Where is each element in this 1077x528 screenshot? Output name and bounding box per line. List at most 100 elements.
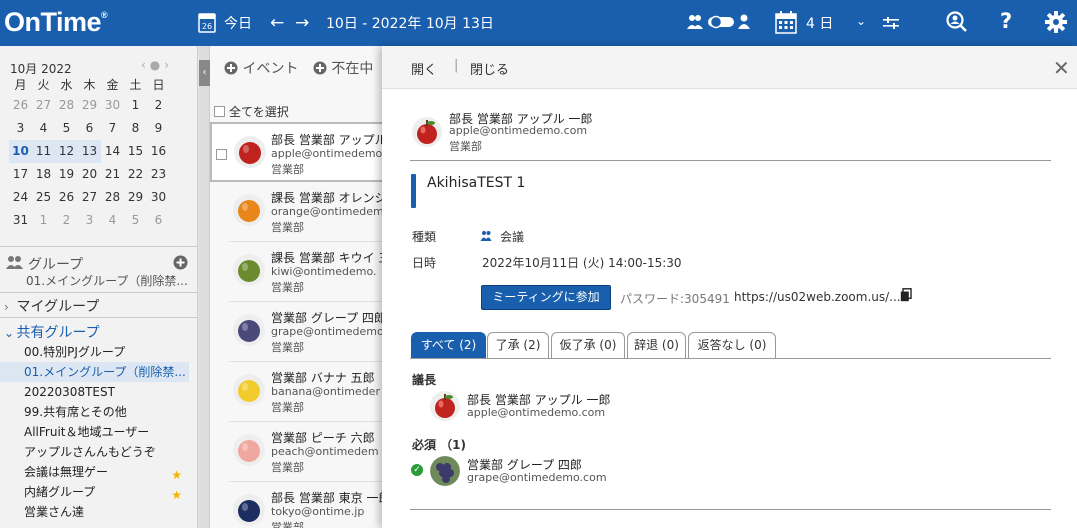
calendar-day[interactable]: 8 [124, 117, 147, 140]
search-person-icon[interactable] [946, 11, 968, 36]
group-item[interactable]: アップルさんんもどうぞ [24, 442, 190, 462]
calendar-day[interactable]: 29 [124, 186, 147, 209]
person-view-icon[interactable] [737, 14, 751, 33]
tab-tentative[interactable]: 仮了承 (0) [551, 332, 625, 358]
tab-declined[interactable]: 辞退 (0) [627, 332, 686, 358]
user-card[interactable]: 課長 営業部 キウイ 三 kiwi@ontimedemo. 営業部 [229, 242, 389, 302]
calendar-day[interactable]: 13 [78, 140, 101, 163]
calendar-day[interactable]: 24 [9, 186, 32, 209]
group-item[interactable]: 01.メイングループ（削除禁... [0, 362, 189, 382]
today-button[interactable]: 今日 [224, 13, 252, 33]
calendar-day[interactable]: 20 [78, 163, 101, 186]
divider [0, 317, 197, 318]
sliders-icon[interactable] [883, 17, 899, 32]
calendar-day[interactable]: 28 [101, 186, 124, 209]
calendar-day[interactable]: 6 [147, 209, 170, 232]
days-count[interactable]: 4 日 [806, 13, 833, 33]
add-group-icon[interactable] [173, 255, 188, 270]
open-button[interactable]: 開く [411, 59, 437, 78]
calendar-grid-icon[interactable] [775, 10, 797, 37]
user-card[interactable]: 営業部 バナナ 五郎 banana@ontimeder 営業部 [229, 362, 389, 422]
calendar-day[interactable]: 16 [147, 140, 170, 163]
zoom-link[interactable]: https://us02web.zoom.us/... [734, 290, 901, 304]
calendar-day[interactable]: 19 [55, 163, 78, 186]
help-icon[interactable]: ? [1000, 9, 1012, 33]
calendar-day[interactable]: 5 [124, 209, 147, 232]
calendar-day[interactable]: 28 [55, 94, 78, 117]
calendar-day[interactable]: 27 [78, 186, 101, 209]
tab-all[interactable]: すべて (2) [411, 332, 486, 358]
calendar-day[interactable]: 3 [9, 117, 32, 140]
calendar-day[interactable]: 30 [147, 186, 170, 209]
calendar-day[interactable]: 1 [124, 94, 147, 117]
calendar-day[interactable]: 4 [101, 209, 124, 232]
calendar-day[interactable]: 6 [78, 117, 101, 140]
calendar-day[interactable]: 26 [55, 186, 78, 209]
copy-icon[interactable] [900, 288, 912, 302]
group-item[interactable]: 00.特別PJグループ [24, 342, 190, 362]
close-icon[interactable]: ✕ [1053, 56, 1070, 80]
calendar-day[interactable]: 26 [9, 94, 32, 117]
calendar-day[interactable]: 29 [78, 94, 101, 117]
select-all[interactable]: 全てを選択 [214, 103, 289, 120]
group-item[interactable]: 営業さん達 [24, 502, 190, 522]
calendar-day[interactable]: 7 [101, 117, 124, 140]
calendar-day[interactable]: 9 [147, 117, 170, 140]
view-toggle-switch[interactable] [708, 15, 736, 32]
calendar-day[interactable]: 31 [9, 209, 32, 232]
calendar-day[interactable]: 30 [101, 94, 124, 117]
group-item[interactable]: 99.共有席とその他 [24, 402, 190, 422]
user-card[interactable]: 部長 営業部 アップル apple@ontimedemo 営業部 [210, 122, 390, 182]
calendar-day[interactable]: 1 [32, 209, 55, 232]
add-absence-button[interactable]: 不在中 [313, 61, 373, 77]
arrow-left-icon[interactable]: ← [270, 13, 284, 33]
user-card[interactable]: 部長 営業部 東京 一郎 tokyo@ontime.jp 営業部 [229, 482, 389, 528]
favorite-star-icon[interactable]: ★ [171, 465, 182, 482]
user-card[interactable]: 課長 営業部 オレンジ orange@ontimedem 営業部 [229, 182, 389, 242]
calendar-day[interactable]: 10 [9, 140, 32, 163]
chevron-down-icon[interactable]: ⌄ [856, 14, 866, 28]
calendar-day[interactable]: 11 [32, 140, 55, 163]
favorite-star-icon[interactable]: ★ [171, 485, 182, 502]
sidebar-collapse-tab[interactable]: ‹ [199, 46, 210, 528]
group-view-icon[interactable] [686, 14, 704, 33]
select-all-checkbox[interactable] [214, 106, 225, 117]
calendar-day[interactable]: 4 [32, 117, 55, 140]
join-meeting-button[interactable]: ミーティングに参加 [481, 285, 611, 310]
group-item[interactable]: AllFruit＆地域ユーザー [24, 422, 190, 442]
my-groups-section[interactable]: › マイグループ [4, 296, 99, 316]
chevron-left-icon[interactable]: ‹ [199, 60, 210, 86]
group-item[interactable]: 20220308TEST [24, 382, 190, 402]
arrow-right-icon[interactable]: → [295, 13, 309, 33]
calendar-day[interactable]: 17 [9, 163, 32, 186]
shared-groups-section[interactable]: ⌄ 共有グループ [4, 322, 100, 342]
mini-calendar-nav[interactable]: ‹●› [141, 58, 173, 72]
calendar-today-icon[interactable]: 26 [198, 11, 216, 36]
user-card[interactable]: 営業部 グレープ 四郎 grape@ontimedemo 営業部 [229, 302, 389, 362]
calendar-day[interactable]: 21 [101, 163, 124, 186]
calendar-day[interactable]: 18 [32, 163, 55, 186]
calendar-day[interactable]: 2 [55, 209, 78, 232]
close-text-button[interactable]: 閉じる [470, 59, 509, 78]
calendar-day[interactable]: 15 [124, 140, 147, 163]
group-item[interactable]: 会議は無理ゲー ★ [24, 462, 190, 482]
calendar-day[interactable]: 5 [55, 117, 78, 140]
calendar-day[interactable]: 25 [32, 186, 55, 209]
calendar-day[interactable]: 2 [147, 94, 170, 117]
mini-calendar: 月火水木金土日 26 27 28 29 30 1 2 3 4 5 6 7 8 9 10 11 12 13 14 15 16… [9, 77, 169, 232]
add-event-button[interactable]: イベント [224, 61, 298, 77]
calendar-day[interactable]: 22 [124, 163, 147, 186]
user-checkbox[interactable] [216, 149, 227, 160]
calendar-day[interactable]: 14 [101, 140, 124, 163]
gear-icon[interactable] [1045, 11, 1067, 36]
calendar-day[interactable]: 23 [147, 163, 170, 186]
weekday-header: 金 [106, 78, 119, 92]
tab-no-response[interactable]: 返答なし (0) [688, 332, 776, 358]
group-item[interactable]: 内緒グループ ★ [24, 482, 190, 502]
tab-accepted[interactable]: 了承 (2) [487, 332, 549, 358]
calendar-day[interactable]: 12 [55, 140, 78, 163]
user-card[interactable]: 営業部 ピーチ 六郎 peach@ontimedem 営業部 [229, 422, 389, 482]
calendar-day[interactable]: 27 [32, 94, 55, 117]
user-dept: 営業部 [271, 401, 304, 414]
calendar-day[interactable]: 3 [78, 209, 101, 232]
